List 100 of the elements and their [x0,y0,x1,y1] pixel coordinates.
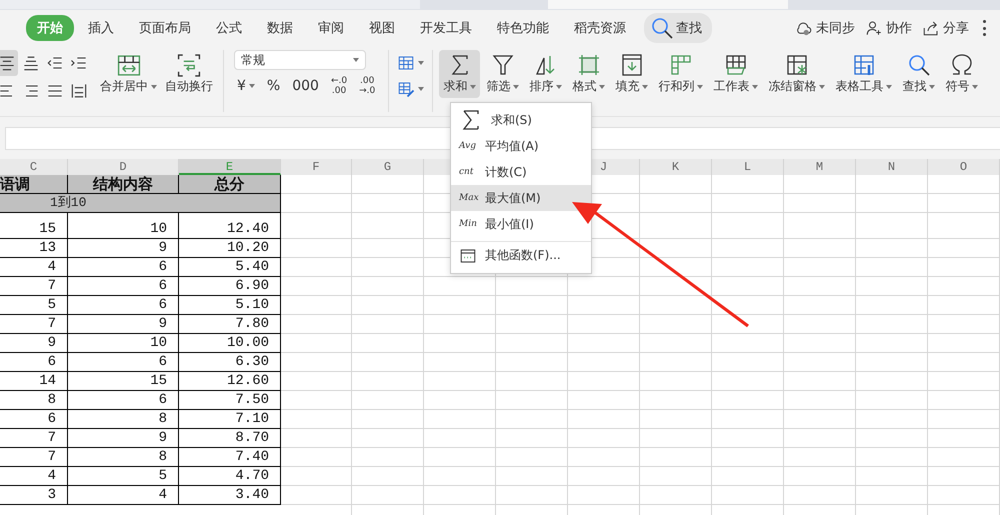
align-button[interactable] [0,50,18,76]
table-cell: 4 [0,467,68,486]
caret-icon [697,84,704,88]
column-header[interactable]: N [856,159,928,175]
caret-icon [418,87,424,91]
ribbon-button[interactable]: 格式 [568,50,610,98]
ribbon-button[interactable]: 筛选 [482,50,524,98]
worksheet-icon [724,53,748,77]
menu-tab[interactable]: 视图 [358,15,406,41]
function-abbrev-icon: Avg [459,141,477,151]
menu-tab[interactable]: 特色功能 [486,15,560,41]
menu-tab[interactable]: 稻壳资源 [563,15,637,41]
table-cell: 6 [68,353,179,372]
table-cell: 10 [68,334,179,353]
cell-style-icon [397,54,416,72]
ribbon-button[interactable]: 冻结窗格 [764,50,830,98]
table-cell: 9 [0,334,68,353]
table-cell: 5.10 [179,296,281,315]
table-cell: 4 [0,258,68,277]
column-header[interactable]: K [640,159,712,175]
menu-tab[interactable]: 插入 [77,15,125,41]
ribbon-button[interactable]: 填充 [611,50,652,98]
menu-item[interactable]: Max 最大值(M) [451,185,591,211]
cell-format-icon [576,53,601,77]
table-cell: 10.20 [179,239,281,258]
person-button[interactable]: 协作 [860,17,917,39]
table-cell: 6 [0,353,68,372]
currency-button[interactable]: ¥ [234,78,258,94]
ribbon-button[interactable]: 求和 [439,50,480,98]
cloud-button[interactable]: 未同步 [790,17,860,39]
table-style-button[interactable] [397,80,424,98]
table-cell: 13 [0,239,68,258]
increase-decimal-button[interactable]: ←.0 .00 [328,76,350,96]
ribbon-button[interactable]: 符号 [941,50,982,98]
table-cell: 6 [68,277,179,296]
person-add-icon [865,19,883,37]
ribbon-button[interactable]: 查找 [898,50,940,98]
more-icon[interactable] [982,20,986,36]
menu-tab[interactable]: 公式 [205,15,253,41]
header-cell: 总分 [179,175,281,194]
share-button[interactable]: 分享 [917,17,974,39]
table-cell: 10.00 [179,334,281,353]
caret-icon [972,84,978,88]
table-cell: 12.60 [179,372,281,391]
table-cell: 14 [0,372,68,391]
table-cell: 7 [0,448,68,467]
table-cell: 6.30 [179,353,281,372]
caret-icon [752,84,758,88]
menu-tab[interactable]: 数据 [256,15,304,41]
cell-style-button[interactable] [397,54,424,72]
function-list-icon [459,246,477,264]
caret-icon [929,84,936,88]
table-cell: 12.40 [179,213,281,239]
column-header[interactable]: M [784,159,856,175]
ribbon-button[interactable]: 工作表 [709,50,762,98]
ribbon-button[interactable]: 排序 [525,50,566,98]
caret-icon [556,84,562,88]
merge-button[interactable]: 合并居中 [96,50,161,98]
table-cell: 5.40 [179,258,281,277]
menu-item[interactable]: Min 最小值(I) [451,211,591,237]
table-cell: 15 [68,372,179,391]
header-cell: 结构内容 [68,175,179,194]
table-cell: 3.40 [179,486,281,505]
decrease-decimal-button[interactable]: .00 →.0 [356,76,378,96]
percent-button[interactable]: % [264,78,284,94]
column-header[interactable]: G [352,159,424,175]
table-cell: 7.10 [179,410,281,429]
search-button[interactable]: 查找 [644,13,712,43]
menu-tab[interactable]: 审阅 [307,15,355,41]
caret-icon [151,84,157,88]
column-header[interactable]: L [712,159,784,175]
column-header[interactable]: F [281,159,352,175]
table-cell: 8 [0,391,68,410]
menu-item[interactable]: Avg 平均值(A) [451,133,591,159]
function-abbrev-icon: cnt [459,167,477,177]
table-cell: 10 [68,213,179,239]
ribbon-button[interactable]: 行和列 [654,50,708,98]
share-icon [922,19,940,37]
menu-tab[interactable]: 开发工具 [409,15,483,41]
table-cell: 7 [0,315,68,334]
menu-item[interactable]: 其他函数(F)... [451,241,591,269]
search-icon [906,53,931,77]
menu-item[interactable]: 求和(S) [451,107,591,133]
menu-tab[interactable]: 页面布局 [128,15,202,41]
table-cell: 9 [68,315,179,334]
caret-icon [470,84,476,88]
thousands-button[interactable]: 000 [289,78,322,94]
number-format-dropdown[interactable]: 常规 [234,50,366,70]
column-header[interactable]: O [928,159,1000,175]
table-cell: 8 [68,410,179,429]
ribbon-button[interactable]: 表格工具 [831,50,896,98]
table-cell: 7.50 [179,391,281,410]
table-cell: 6 [68,296,179,315]
table-cell: 4 [68,486,179,505]
wrap-button[interactable]: 自动换行 [161,50,217,98]
table-cell: 6 [68,391,179,410]
caret-icon [599,84,606,88]
table-cell: 8 [68,448,179,467]
table-tools-icon [852,53,876,77]
rows-columns-icon [668,53,693,77]
